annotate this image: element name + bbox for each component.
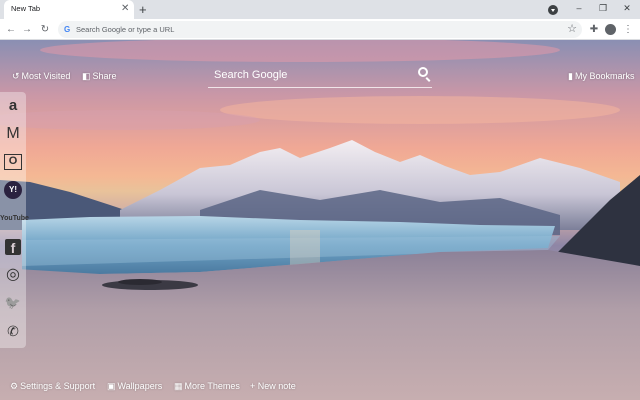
extensions-icon[interactable]: ✚ [587, 19, 601, 40]
search-icon[interactable] [418, 67, 428, 77]
youtube-icon[interactable]: YouTube [0, 208, 29, 230]
instagram-icon[interactable]: ◎ [2, 264, 24, 286]
most-visited-link[interactable]: ↺ Most Visited [12, 70, 70, 82]
wallpaper-landscape [0, 40, 640, 400]
tab-search-icon[interactable] [548, 5, 558, 15]
shortcut-sidebar: a M O Y! YouTube f ◎ 🐦 ✆ [0, 92, 29, 348]
image-icon: ▣ [107, 381, 116, 391]
address-bar[interactable]: G Search Google or type a URL ☆ [58, 21, 582, 38]
whatsapp-icon[interactable]: ✆ [2, 320, 24, 342]
new-tab-button[interactable]: + [139, 0, 147, 19]
search-placeholder: Search Google [214, 69, 288, 81]
newtab-search-input[interactable]: Search Google [208, 64, 432, 88]
facebook-icon[interactable]: f [5, 239, 21, 256]
yahoo-icon[interactable]: Y! [4, 181, 22, 199]
back-button[interactable]: ← [4, 19, 18, 40]
grid-icon: ▦ [174, 381, 183, 391]
tab-title: New Tab [11, 4, 41, 13]
address-bar-placeholder: Search Google or type a URL [76, 25, 175, 34]
share-link[interactable]: ◧ Share [82, 70, 117, 82]
share-icon: ◧ [82, 71, 91, 81]
profile-avatar-icon[interactable] [605, 24, 616, 35]
google-icon: G [64, 25, 71, 34]
footer-bar: ⚙ Settings & Support ▣ Wallpapers ▦ More Th… [0, 380, 640, 394]
bookmark-icon: ▮ [568, 71, 573, 81]
forward-button[interactable]: → [20, 19, 34, 40]
gear-icon: ⚙ [10, 381, 19, 391]
outlook-icon[interactable]: O [4, 154, 22, 170]
settings-support-link[interactable]: ⚙ Settings & Support [10, 380, 95, 392]
reload-button[interactable]: ↻ [38, 19, 52, 40]
amazon-icon[interactable]: a [2, 95, 24, 117]
maximize-button[interactable]: ❐ [592, 0, 614, 19]
menu-icon[interactable]: ⋮ [621, 19, 635, 40]
gmail-icon[interactable]: M [2, 123, 24, 145]
browser-toolbar: ← → ↻ G Search Google or type a URL ☆ ✚ … [0, 19, 640, 40]
minimize-button[interactable]: – [568, 0, 590, 19]
tab-new-tab[interactable]: New Tab ✕ [4, 0, 134, 19]
more-themes-link[interactable]: ▦ More Themes [174, 380, 240, 392]
twitter-icon[interactable]: 🐦 [2, 292, 24, 314]
history-icon: ↺ [12, 71, 20, 81]
my-bookmarks-link[interactable]: ▮ My Bookmarks [568, 70, 634, 82]
close-window-button[interactable]: ✕ [616, 0, 638, 19]
wallpapers-link[interactable]: ▣ Wallpapers [107, 380, 162, 392]
tab-strip: New Tab ✕ + – ❐ ✕ [0, 0, 640, 19]
new-tab-page: ↺ Most Visited ◧ Share Search Google ▮ My B… [0, 40, 640, 400]
new-note-link[interactable]: + New note [250, 380, 296, 392]
close-tab-icon[interactable]: ✕ [121, 2, 129, 16]
bookmark-star-icon[interactable]: ☆ [567, 22, 577, 37]
